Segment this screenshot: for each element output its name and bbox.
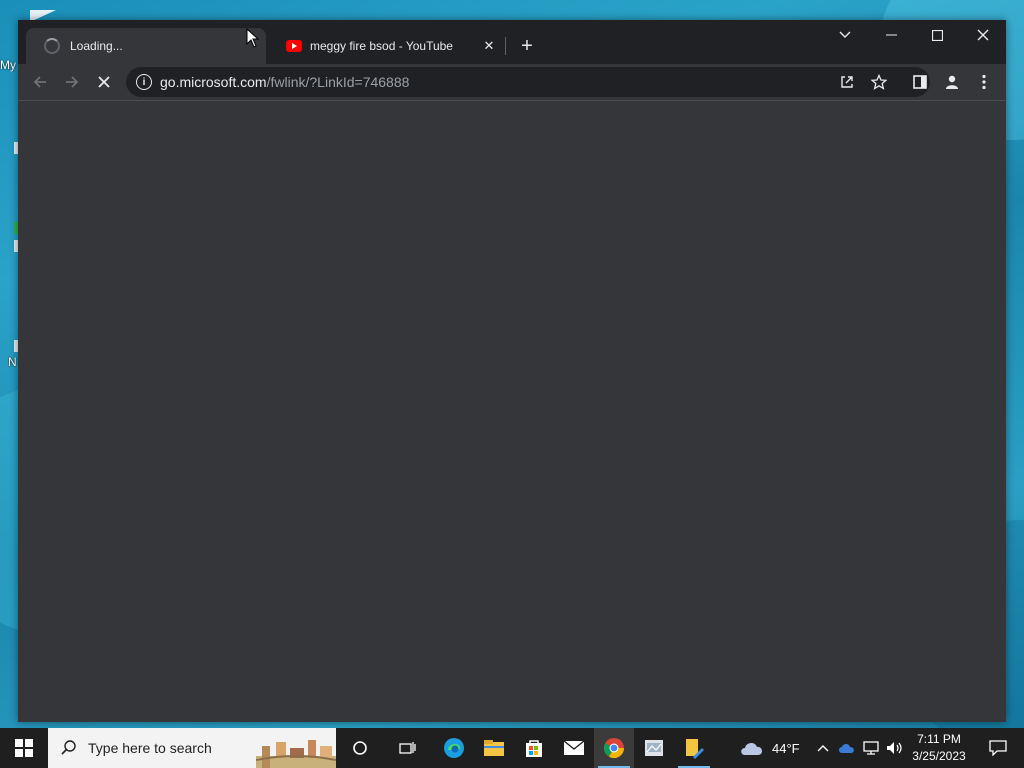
close-window-button[interactable]: [960, 20, 1006, 50]
start-button[interactable]: [4, 728, 44, 768]
volume-icon[interactable]: [884, 728, 906, 768]
file-explorer-icon[interactable]: [474, 728, 514, 768]
store-icon[interactable]: [514, 728, 554, 768]
chrome-icon[interactable]: [594, 728, 634, 768]
app-icon[interactable]: [634, 728, 674, 768]
minimize-button[interactable]: [868, 20, 914, 50]
network-icon[interactable]: [860, 728, 882, 768]
stop-loading-button[interactable]: [90, 68, 118, 96]
tab-strip: Loading... meggy fire bsod - YouTube ✕ +: [18, 20, 1006, 64]
address-bar[interactable]: i go.microsoft.com /fwlink/?LinkId=74688…: [126, 67, 930, 97]
new-tab-button[interactable]: +: [514, 33, 540, 59]
loading-spinner-icon: [44, 38, 60, 54]
tab-close-icon[interactable]: ✕: [480, 37, 498, 55]
share-icon[interactable]: [838, 73, 856, 91]
youtube-icon: [286, 40, 302, 52]
mail-icon[interactable]: [554, 728, 594, 768]
chevron-up-icon[interactable]: [812, 728, 834, 768]
mouse-cursor-icon: [246, 28, 260, 48]
url-host: go.microsoft.com: [160, 74, 267, 90]
notifications-icon[interactable]: [978, 728, 1018, 768]
task-view-icon[interactable]: [388, 728, 428, 768]
tab-loading[interactable]: Loading...: [26, 28, 266, 64]
cloud-icon[interactable]: [732, 728, 772, 768]
tab-separator: [505, 37, 506, 55]
profile-icon[interactable]: [938, 68, 966, 96]
url-path: /fwlink/?LinkId=746888: [266, 74, 410, 90]
back-button[interactable]: [26, 68, 54, 96]
menu-kebab-icon[interactable]: [970, 68, 998, 96]
search-highlight-scene-icon: [256, 740, 336, 768]
tab-search-icon[interactable]: [822, 20, 868, 50]
side-panel-icon[interactable]: [906, 68, 934, 96]
clock-time: 7:11 PM: [917, 732, 961, 746]
clock-date: 3/25/2023: [912, 749, 966, 763]
tab-youtube[interactable]: meggy fire bsod - YouTube ✕: [268, 28, 504, 64]
notepad-icon[interactable]: [674, 728, 714, 768]
page-content[interactable]: [18, 101, 1006, 722]
bookmark-star-icon[interactable]: [870, 73, 888, 91]
tab-title: Loading...: [70, 39, 123, 53]
taskbar-search-box[interactable]: Type here to search: [48, 728, 336, 768]
cortana-icon[interactable]: [340, 728, 380, 768]
edge-icon[interactable]: [434, 728, 474, 768]
weather-temperature[interactable]: 44°F: [772, 741, 800, 756]
desktop-icon-label[interactable]: My: [0, 58, 18, 72]
search-icon: [61, 740, 76, 755]
taskbar-clock[interactable]: 7:11 PM 3/25/2023: [908, 731, 970, 765]
browser-window: Loading... meggy fire bsod - YouTube ✕ +: [18, 20, 1006, 722]
search-placeholder: Type here to search: [88, 740, 212, 756]
site-info-icon[interactable]: i: [136, 74, 152, 90]
onedrive-icon[interactable]: [836, 728, 858, 768]
taskbar: Type here to search 44°F 7:11 PM 3/25/20…: [0, 728, 1024, 768]
browser-toolbar: i go.microsoft.com /fwlink/?LinkId=74688…: [18, 64, 1006, 100]
maximize-button[interactable]: [914, 20, 960, 50]
forward-button[interactable]: [58, 68, 86, 96]
tab-title: meggy fire bsod - YouTube: [310, 39, 453, 53]
